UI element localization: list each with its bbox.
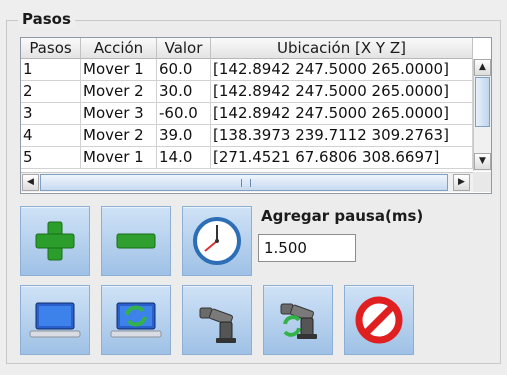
col-header-accion[interactable]: Acción bbox=[81, 38, 157, 59]
col-header-pasos[interactable]: Pasos bbox=[21, 38, 81, 59]
grip-icon bbox=[241, 179, 251, 187]
cell-accion[interactable]: Mover 1 bbox=[81, 59, 157, 80]
pause-label: Agregar pausa(ms) bbox=[261, 207, 424, 225]
stop-button[interactable] bbox=[344, 285, 414, 355]
table-row[interactable]: 4 Mover 2 39.0 [138.3973 239.7112 309.27… bbox=[21, 125, 473, 147]
laptop-icon bbox=[29, 302, 81, 338]
cell-ubicacion[interactable]: [142.8942 247.5000 265.0000] bbox=[211, 59, 473, 80]
robot-arm-button[interactable] bbox=[182, 285, 252, 355]
table-body: 1 Mover 1 60.0 [142.8942 247.5000 265.00… bbox=[21, 59, 473, 171]
vertical-scrollbar[interactable]: ▲ ▼ bbox=[473, 59, 491, 171]
robot-sync-icon bbox=[280, 303, 317, 339]
steps-table: Pasos Acción Valor Ubicación [X Y Z] 1 M… bbox=[20, 37, 492, 194]
cell-accion[interactable]: Mover 2 bbox=[81, 81, 157, 102]
plus-icon bbox=[35, 221, 75, 261]
minus-icon bbox=[116, 233, 156, 249]
scroll-corner bbox=[473, 172, 491, 192]
table-header: Pasos Acción Valor Ubicación [X Y Z] bbox=[21, 38, 491, 59]
panel-title: Pasos bbox=[18, 10, 75, 28]
cell-paso[interactable]: 3 bbox=[21, 103, 81, 124]
cell-valor[interactable]: 60.0 bbox=[157, 59, 211, 80]
laptop-button[interactable] bbox=[20, 285, 90, 355]
horizontal-scrollbar[interactable]: ◀ ▶ bbox=[21, 172, 473, 192]
cell-ubicacion[interactable]: [271.4521 67.6806 308.6697] bbox=[211, 147, 473, 168]
table-row[interactable]: 3 Mover 3 -60.0 [142.8942 247.5000 265.0… bbox=[21, 103, 473, 125]
stop-icon bbox=[355, 296, 403, 344]
scroll-left-button[interactable]: ◀ bbox=[22, 174, 39, 191]
pause-button[interactable] bbox=[182, 206, 252, 276]
pause-ms-input[interactable]: 1.500 bbox=[258, 234, 356, 262]
cell-paso[interactable]: 2 bbox=[21, 81, 81, 102]
cell-paso[interactable]: 4 bbox=[21, 125, 81, 146]
clock-icon bbox=[193, 217, 241, 265]
cell-ubicacion[interactable]: [142.8942 247.5000 265.0000] bbox=[211, 81, 473, 102]
cell-valor[interactable]: 30.0 bbox=[157, 81, 211, 102]
scroll-down-button[interactable]: ▼ bbox=[474, 153, 491, 170]
table-row[interactable]: 5 Mover 1 14.0 [271.4521 67.6806 308.669… bbox=[21, 147, 473, 169]
cell-ubicacion[interactable]: [142.8942 247.5000 265.0000] bbox=[211, 103, 473, 124]
table-row[interactable]: 1 Mover 1 60.0 [142.8942 247.5000 265.00… bbox=[21, 59, 473, 81]
cell-valor[interactable]: -60.0 bbox=[157, 103, 211, 124]
cell-ubicacion[interactable]: [138.3973 239.7112 309.2763] bbox=[211, 125, 473, 146]
cell-paso[interactable]: 5 bbox=[21, 147, 81, 168]
scroll-right-button[interactable]: ▶ bbox=[453, 174, 470, 191]
cell-paso[interactable]: 1 bbox=[21, 59, 81, 80]
cell-valor[interactable]: 14.0 bbox=[157, 147, 211, 168]
robot-arm-icon bbox=[199, 307, 236, 343]
col-header-valor[interactable]: Valor bbox=[157, 38, 211, 59]
cell-accion[interactable]: Mover 2 bbox=[81, 125, 157, 146]
col-header-ubicacion[interactable]: Ubicación [X Y Z] bbox=[211, 38, 473, 59]
horizontal-scroll-thumb[interactable] bbox=[40, 174, 448, 191]
scroll-up-button[interactable]: ▲ bbox=[474, 59, 491, 76]
add-step-button[interactable] bbox=[20, 206, 90, 276]
table-row[interactable]: 2 Mover 2 30.0 [142.8942 247.5000 265.00… bbox=[21, 81, 473, 103]
laptop-sync-icon bbox=[110, 302, 162, 338]
robot-sync-button[interactable] bbox=[263, 285, 333, 355]
laptop-sync-button[interactable] bbox=[101, 285, 171, 355]
cell-accion[interactable]: Mover 1 bbox=[81, 147, 157, 168]
remove-step-button[interactable] bbox=[101, 206, 171, 276]
cell-valor[interactable]: 39.0 bbox=[157, 125, 211, 146]
vertical-scroll-thumb[interactable] bbox=[475, 77, 490, 127]
cell-accion[interactable]: Mover 3 bbox=[81, 103, 157, 124]
